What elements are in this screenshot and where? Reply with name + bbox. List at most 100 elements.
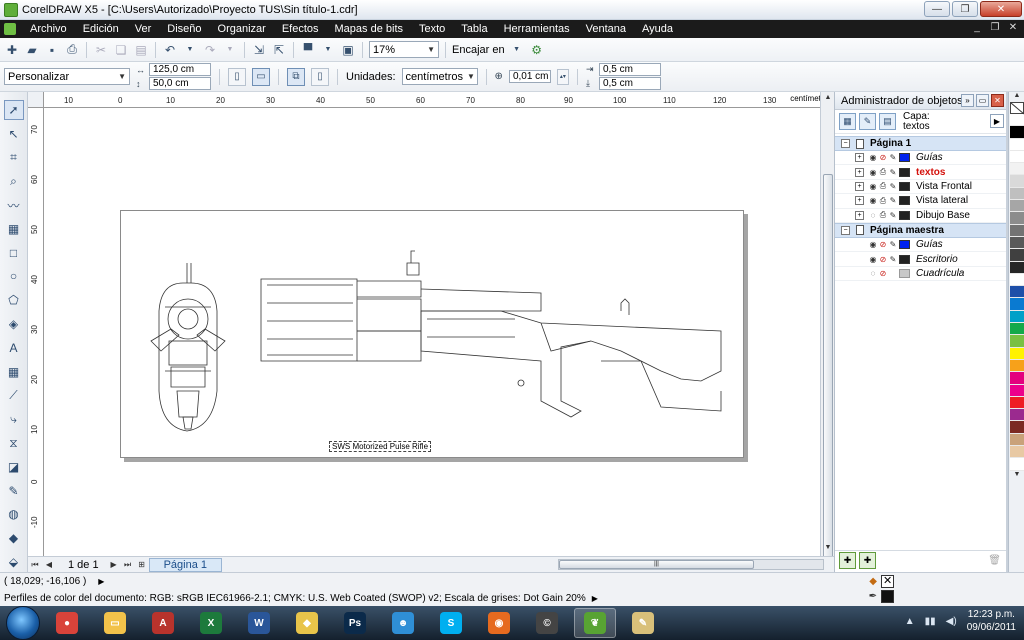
show-hidden-icons-icon[interactable]: ▲ <box>905 616 915 627</box>
doc-restore-icon[interactable]: ❐ <box>988 22 1002 33</box>
menu-texto[interactable]: Texto <box>411 23 453 35</box>
taskbar-app-button[interactable]: ● <box>46 608 88 638</box>
rifle-technical-drawing[interactable] <box>121 211 745 459</box>
print-disabled-icon[interactable]: ⊘ <box>878 255 888 264</box>
expand-icon[interactable]: + <box>855 196 864 206</box>
printer-icon[interactable]: ⎙ <box>878 181 888 191</box>
taskbar-app-button[interactable]: A <box>142 608 184 638</box>
color-swatch[interactable] <box>1010 359 1024 373</box>
no-color-swatch[interactable] <box>1010 102 1024 114</box>
outline-tool-icon[interactable]: ◍ <box>4 505 24 525</box>
color-swatch[interactable] <box>1010 458 1024 471</box>
eye-icon[interactable]: ◉ <box>868 153 878 162</box>
color-swatch[interactable] <box>1010 421 1024 434</box>
portrait-button[interactable]: ▯ <box>228 67 246 86</box>
horizontal-ruler[interactable]: 10 0 10 20 30 40 50 60 70 80 90 100 110 … <box>28 92 834 108</box>
layer-color-swatch[interactable] <box>899 167 910 177</box>
undo-icon[interactable]: ↶ <box>162 42 178 58</box>
snap-to-button[interactable]: Encajar en <box>452 44 505 56</box>
menu-archivo[interactable]: Archivo <box>22 23 75 35</box>
menu-tabla[interactable]: Tabla <box>453 23 495 35</box>
layer-manager-view-icon[interactable]: ▤ <box>879 113 896 130</box>
docker-expand-icon[interactable]: » <box>961 94 974 107</box>
collapse-icon[interactable]: − <box>841 139 850 148</box>
color-swatch[interactable] <box>1010 200 1024 213</box>
taskbar-app-button[interactable]: X <box>190 608 232 638</box>
taskbar-app-button[interactable]: ◉ <box>478 608 520 638</box>
new-document-icon[interactable]: ✚ <box>4 42 20 58</box>
clock[interactable]: 12:23 p.m. 09/06/2011 <box>967 608 1016 634</box>
current-page-button[interactable]: ▯ <box>311 67 329 86</box>
zoom-tool-icon[interactable]: ⌕ <box>4 171 24 191</box>
page-width-input[interactable]: 125,0 cm <box>149 63 211 76</box>
lock-pencil-icon[interactable]: ✎ <box>888 211 898 220</box>
undo-dropdown-icon[interactable]: ▼ <box>182 42 198 58</box>
tree-page-1[interactable]: − Página 1 <box>835 136 1006 151</box>
eye-icon[interactable]: ◉ <box>868 168 878 177</box>
menu-ver[interactable]: Ver <box>127 23 160 35</box>
menu-efectos[interactable]: Efectos <box>274 23 327 35</box>
taskbar-app-button[interactable]: W <box>238 608 280 638</box>
transparency-tool-icon[interactable]: ◪ <box>4 457 24 477</box>
save-icon[interactable]: ▪ <box>44 42 60 58</box>
color-swatch[interactable] <box>1010 273 1024 287</box>
basic-shapes-icon[interactable]: ◈ <box>4 314 24 334</box>
taskbar-app-button[interactable]: © <box>526 608 568 638</box>
new-master-layer-icon[interactable]: ✚ <box>859 552 876 569</box>
color-swatch[interactable] <box>1010 126 1024 139</box>
rectangle-tool-icon[interactable]: □ <box>4 243 24 263</box>
color-swatch[interactable] <box>1010 323 1024 336</box>
color-swatch[interactable] <box>1010 212 1024 225</box>
printer-icon[interactable]: ⎙ <box>878 167 888 177</box>
color-swatch[interactable] <box>1010 396 1024 410</box>
eye-icon[interactable]: ◉ <box>868 196 878 205</box>
print-disabled-icon[interactable]: ⊘ <box>878 153 888 162</box>
color-swatch[interactable] <box>1010 138 1024 151</box>
previous-page-icon[interactable]: ◀ <box>42 560 56 569</box>
docker-close-icon[interactable]: ✕ <box>991 94 1004 107</box>
lock-pencil-icon[interactable]: ✎ <box>888 196 898 205</box>
color-swatch[interactable] <box>1010 298 1024 311</box>
eye-closed-icon[interactable]: ◌ <box>868 269 878 278</box>
options-icon[interactable]: ⚙ <box>529 42 545 58</box>
master-layer-escritorio[interactable]: ◉ ⊘ ✎ Escritorio <box>835 252 1006 267</box>
printer-icon[interactable]: ⎙ <box>878 196 888 206</box>
print-disabled-icon[interactable]: ⊘ <box>878 240 888 249</box>
ruler-origin-icon[interactable] <box>28 92 44 108</box>
landscape-button[interactable]: ▭ <box>252 67 270 86</box>
layer-color-swatch[interactable] <box>899 210 910 220</box>
paste-icon[interactable]: ▤ <box>133 42 149 58</box>
layer-color-swatch[interactable] <box>899 181 910 191</box>
polygon-tool-icon[interactable]: ⬠ <box>4 290 24 310</box>
eyedropper-tool-icon[interactable]: ✎ <box>4 481 24 501</box>
menu-organizar[interactable]: Organizar <box>210 23 274 35</box>
menu-ventana[interactable]: Ventana <box>578 23 634 35</box>
close-button[interactable]: ✕ <box>980 1 1022 17</box>
next-page-icon[interactable]: ▶ <box>107 560 121 569</box>
print-icon[interactable]: ⎙ <box>64 42 80 58</box>
eye-icon[interactable]: ◉ <box>868 255 878 264</box>
import-icon[interactable]: ⇲ <box>251 42 267 58</box>
layer-vista-lateral[interactable]: + ◉ ⎙ ✎ Vista lateral <box>835 194 1006 209</box>
maximize-button[interactable]: ❐ <box>952 1 978 17</box>
taskbar-app-button[interactable]: S <box>430 608 472 638</box>
fill-none-swatch[interactable] <box>881 574 894 588</box>
palette-scroll-up-icon[interactable]: ▲ <box>1009 92 1024 102</box>
vertical-scrollbar[interactable]: ▲ ▼ <box>820 92 834 586</box>
taskbar-app-button[interactable]: Ps <box>334 608 376 638</box>
taskbar-app-button[interactable]: ☻ <box>382 608 424 638</box>
lock-pencil-icon[interactable]: ✎ <box>888 182 898 191</box>
printer-icon[interactable]: ⎙ <box>878 210 888 220</box>
dimension-tool-icon[interactable]: ⟋ <box>4 386 24 406</box>
collapse-icon[interactable]: − <box>841 225 850 235</box>
launcher-dropdown-icon[interactable]: ▼ <box>320 42 336 58</box>
doc-close-icon[interactable]: ✕ <box>1006 22 1020 33</box>
color-swatch[interactable] <box>1010 224 1024 237</box>
print-disabled-icon[interactable]: ⊘ <box>878 269 888 278</box>
color-swatch[interactable] <box>1010 249 1024 262</box>
welcome-screen-icon[interactable]: ▣ <box>340 42 356 58</box>
network-icon[interactable]: ▮▮ <box>925 616 936 627</box>
color-swatch[interactable] <box>1010 335 1024 348</box>
color-swatch[interactable] <box>1010 372 1024 385</box>
layer-vista-frontal[interactable]: + ◉ ⎙ ✎ Vista Frontal <box>835 180 1006 195</box>
